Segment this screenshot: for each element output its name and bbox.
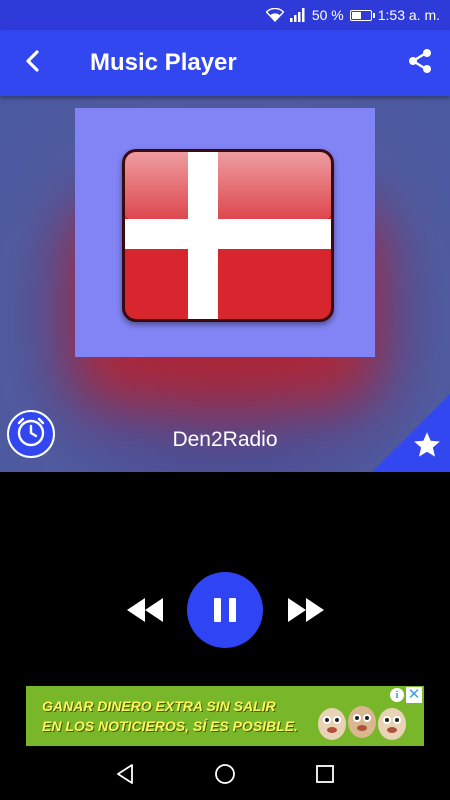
back-triangle-icon (113, 764, 137, 790)
signal-icon (289, 8, 306, 22)
back-button[interactable] (0, 30, 66, 96)
fast-forward-icon (286, 598, 326, 628)
nav-home-button[interactable] (213, 762, 237, 786)
home-circle-icon (213, 764, 237, 790)
fast-forward-button[interactable] (286, 596, 326, 624)
battery-icon (349, 9, 375, 21)
play-pause-button[interactable] (187, 572, 263, 648)
status-bar: 50 % 1:53 a. m. (0, 0, 450, 30)
recents-square-icon (313, 765, 337, 790)
station-artwork (75, 108, 375, 357)
now-playing-panel: Den2Radio (0, 96, 450, 472)
favorite-button[interactable] (410, 430, 444, 464)
denmark-flag-image (122, 149, 334, 322)
clock-time: 1:53 a. m. (377, 7, 440, 23)
back-arrow-icon (25, 49, 41, 77)
ad-close-icon[interactable]: ✕ (406, 687, 422, 703)
share-icon (407, 48, 433, 79)
share-button[interactable] (390, 30, 450, 96)
nav-recents-button[interactable] (313, 762, 337, 786)
rewind-button[interactable] (125, 596, 165, 624)
pause-icon (210, 598, 240, 622)
rewind-icon (125, 598, 165, 628)
ad-info-icon[interactable]: i (390, 688, 404, 702)
ad-line-2: EN LOS NOTICIEROS, SÍ ES POSIBLE. (42, 718, 298, 734)
player-controls (0, 570, 450, 650)
battery-percent: 50 % (311, 7, 344, 23)
app-bar: Music Player (0, 30, 450, 96)
star-icon (412, 430, 442, 465)
system-nav-bar (0, 748, 450, 800)
nav-back-button[interactable] (113, 762, 137, 786)
page-title: Music Player (90, 49, 237, 76)
wifi-icon (265, 8, 284, 22)
ad-text: GANAR DINERO EXTRA SIN SALIR EN LOS NOTI… (42, 696, 332, 736)
ad-banner[interactable]: GANAR DINERO EXTRA SIN SALIR EN LOS NOTI… (26, 686, 424, 746)
ad-line-1: GANAR DINERO EXTRA SIN SALIR (42, 698, 276, 714)
